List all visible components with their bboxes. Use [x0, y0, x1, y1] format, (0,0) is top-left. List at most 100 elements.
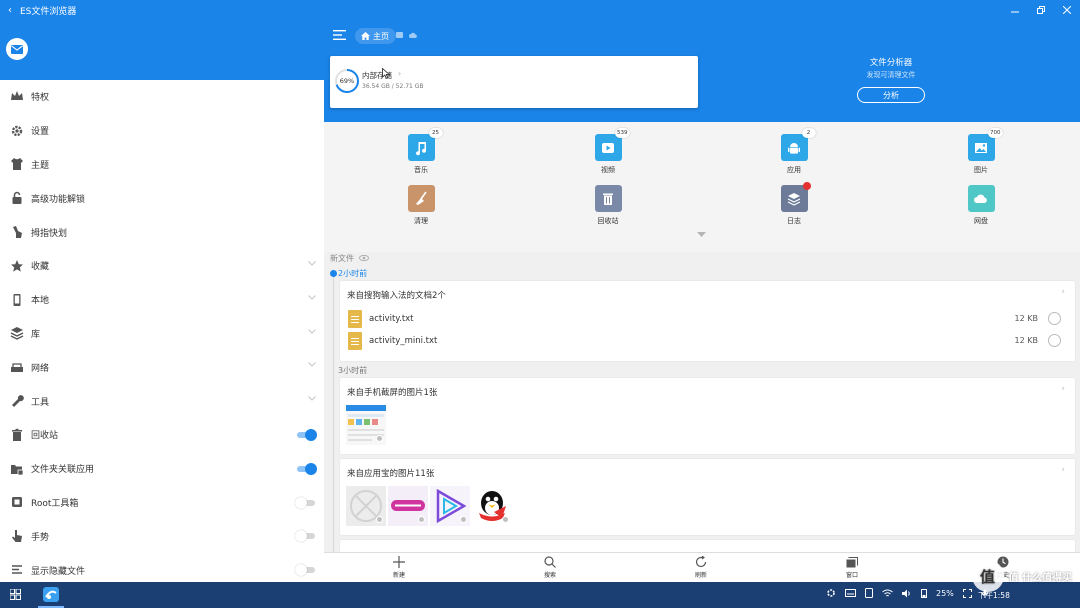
back-icon[interactable]: ‹ [0, 5, 20, 16]
new-files-section: 新文件 2小时前 来自搜狗输入法的文档2个 › activity.txt 12 … [324, 252, 1080, 580]
sidebar-item-label: 库 [31, 329, 41, 340]
group-time-2: 3小时前 [338, 366, 368, 375]
restore-icon[interactable] [1028, 0, 1054, 20]
placeholder-thumbnail[interactable] [346, 486, 386, 526]
chevron-down-icon[interactable] [308, 294, 316, 300]
volume-icon[interactable] [902, 589, 912, 598]
start-icon[interactable] [10, 589, 21, 600]
category-broom[interactable]: 清理 [381, 185, 461, 226]
timeline-dot [330, 270, 337, 277]
chevron-down-icon[interactable] [308, 328, 316, 334]
sidebar-item[interactable]: 文件夹关联应用 [0, 452, 324, 486]
category-video[interactable]: 539 视频 [568, 128, 648, 175]
file-row[interactable]: activity.txt 12 KB [346, 308, 1066, 330]
storage-size: 36.54 GB / 52.71 GB [362, 83, 424, 90]
category-label: 日志 [787, 217, 801, 225]
breadcrumb-home[interactable]: 主页 [355, 28, 396, 44]
toggle-switch[interactable] [295, 564, 316, 577]
image-group-card[interactable]: 来自应用宝的图片11张 › [340, 459, 1075, 535]
toggle-switch[interactable] [295, 530, 316, 543]
select-dot[interactable] [376, 435, 383, 442]
file-row[interactable]: activity_mini.txt 12 KB [346, 330, 1066, 352]
sidebar-item[interactable]: 拇指快划 [0, 215, 324, 249]
new-files-title: 新文件 [330, 253, 354, 263]
cloud-small-icon[interactable] [409, 32, 417, 38]
select-dot[interactable] [502, 516, 509, 523]
sidebar-item[interactable]: 本地 [0, 283, 324, 317]
sidebar-item[interactable]: 设置 [0, 114, 324, 148]
sidebar-item[interactable]: 特权 [0, 80, 324, 114]
file-group-card[interactable]: 来自搜狗输入法的文档2个 › activity.txt 12 KB activi… [340, 281, 1075, 361]
category-music[interactable]: 25 音乐 [381, 128, 461, 175]
card-chevron-icon[interactable]: › [1061, 287, 1065, 297]
new-button[interactable]: 新建 [374, 556, 424, 579]
toggle-switch[interactable] [296, 462, 317, 475]
root-icon [10, 495, 24, 509]
category-android[interactable]: 2 应用 [754, 128, 834, 175]
play-logo-thumbnail[interactable] [430, 486, 470, 526]
chevron-down-icon[interactable] [308, 261, 316, 266]
wrench-icon [10, 394, 24, 408]
mail-icon[interactable] [6, 38, 28, 60]
sidebar-item[interactable]: 网络 [0, 350, 324, 384]
card-title: 来自应用宝的图片11张 [347, 469, 435, 479]
penguin-thumbnail[interactable] [472, 486, 512, 526]
toggle-switch[interactable] [296, 428, 317, 441]
screenshot-thumbnail[interactable] [346, 405, 386, 445]
select-dot[interactable] [460, 516, 467, 523]
storage-card[interactable]: 69% 内部存储 36.54 GB / 52.71 GB › [330, 56, 698, 108]
minimize-icon[interactable] [1002, 0, 1028, 20]
new-files-header: 新文件 [330, 252, 369, 264]
image-group-card[interactable]: 来自手机截屏的图片1张 › [340, 378, 1075, 454]
screenshot-icon[interactable] [865, 588, 873, 598]
search-button[interactable]: 搜索 [525, 556, 575, 579]
sidebar-item[interactable]: Root工具箱 [0, 486, 324, 520]
wifi-icon[interactable] [882, 589, 893, 598]
window-icon[interactable] [396, 32, 403, 38]
toggle-switch[interactable] [295, 496, 316, 509]
analyze-button[interactable]: 分析 [857, 87, 925, 103]
sidebar-item[interactable]: 高级功能解锁 [0, 181, 324, 215]
search-icon [544, 556, 556, 568]
windows-icon [846, 557, 858, 568]
card-chevron-icon[interactable]: › [1061, 384, 1065, 394]
expand-chevron-icon[interactable] [697, 232, 706, 237]
sidebar-item[interactable]: 手势 [0, 519, 324, 553]
chevron-down-icon[interactable] [308, 396, 316, 401]
keyboard-icon[interactable] [845, 589, 856, 597]
sidebar-item[interactable]: 工具 [0, 384, 324, 418]
hamburger-menu-icon[interactable] [333, 30, 346, 40]
refresh-button[interactable]: 刷新 [676, 556, 726, 579]
select-dot[interactable] [376, 516, 383, 523]
category-log[interactable]: 日志 [754, 182, 834, 226]
file-checkbox[interactable] [1048, 312, 1061, 325]
refresh-icon [695, 556, 707, 568]
sidebar-item[interactable]: 回收站 [0, 418, 324, 452]
sidebar-item[interactable]: 显示隐藏文件 [0, 553, 324, 582]
chevron-down-icon[interactable] [308, 362, 316, 368]
es-taskbar-app[interactable] [38, 584, 64, 608]
crown-icon [10, 90, 24, 104]
tray-gear-icon[interactable] [826, 588, 836, 598]
category-trash[interactable]: 回收站 [568, 185, 648, 226]
fullscreen-icon[interactable] [962, 588, 972, 598]
sidebar-item-label: 手势 [31, 532, 50, 543]
battery-icon[interactable] [921, 588, 927, 598]
windows-button[interactable]: 窗口 [827, 556, 877, 579]
sidebar-item[interactable]: 收藏 [0, 249, 324, 283]
close-icon[interactable] [1054, 0, 1080, 20]
library-icon [10, 326, 24, 341]
card-chevron-icon[interactable]: › [1061, 465, 1065, 475]
file-checkbox[interactable] [1048, 334, 1061, 347]
category-cloud[interactable]: 网盘 [941, 185, 1021, 226]
eye-icon[interactable] [359, 255, 369, 261]
window-title: ES文件浏览器 [20, 6, 77, 17]
sidebar-item[interactable]: 库 [0, 317, 324, 351]
category-label: 回收站 [597, 217, 619, 225]
sidebar-item[interactable]: 主题 [0, 148, 324, 182]
sidebar-header [0, 20, 324, 80]
select-dot[interactable] [418, 516, 425, 523]
category-image[interactable]: 700 图片 [941, 128, 1021, 175]
banner-thumbnail[interactable] [388, 486, 428, 526]
hidden-files-icon [10, 563, 24, 577]
